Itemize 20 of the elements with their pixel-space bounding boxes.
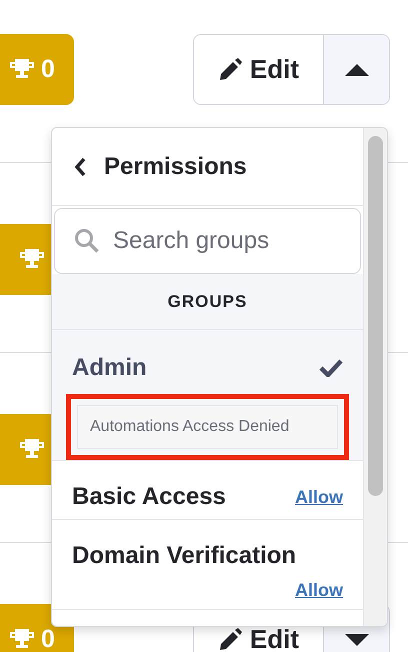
allow-link[interactable]: Allow — [295, 580, 343, 601]
back-button[interactable]: Permissions — [52, 128, 363, 206]
search-icon — [74, 228, 100, 254]
caret-icon — [344, 64, 368, 76]
allow-link[interactable]: Allow — [295, 486, 343, 508]
group-item[interactable]: Domain Verification Allow — [52, 520, 363, 610]
group-item[interactable]: Basic Access Allow — [52, 461, 363, 520]
award-count: 0 — [41, 55, 55, 84]
check-icon — [319, 359, 343, 377]
pencil-icon — [218, 628, 242, 652]
section-heading: GROUPS — [168, 292, 248, 312]
pencil-icon — [218, 58, 242, 82]
group-item[interactable]: Admin Automations Access Denied — [52, 330, 363, 461]
scrollbar[interactable] — [363, 128, 387, 626]
dropdown-toggle[interactable] — [323, 35, 389, 104]
search-field[interactable]: Search groups — [54, 208, 361, 274]
chevron-left-icon — [74, 156, 86, 176]
access-denied-note: Automations Access Denied — [77, 405, 338, 449]
caret-icon — [344, 634, 368, 646]
award-count: 0 — [41, 625, 55, 652]
